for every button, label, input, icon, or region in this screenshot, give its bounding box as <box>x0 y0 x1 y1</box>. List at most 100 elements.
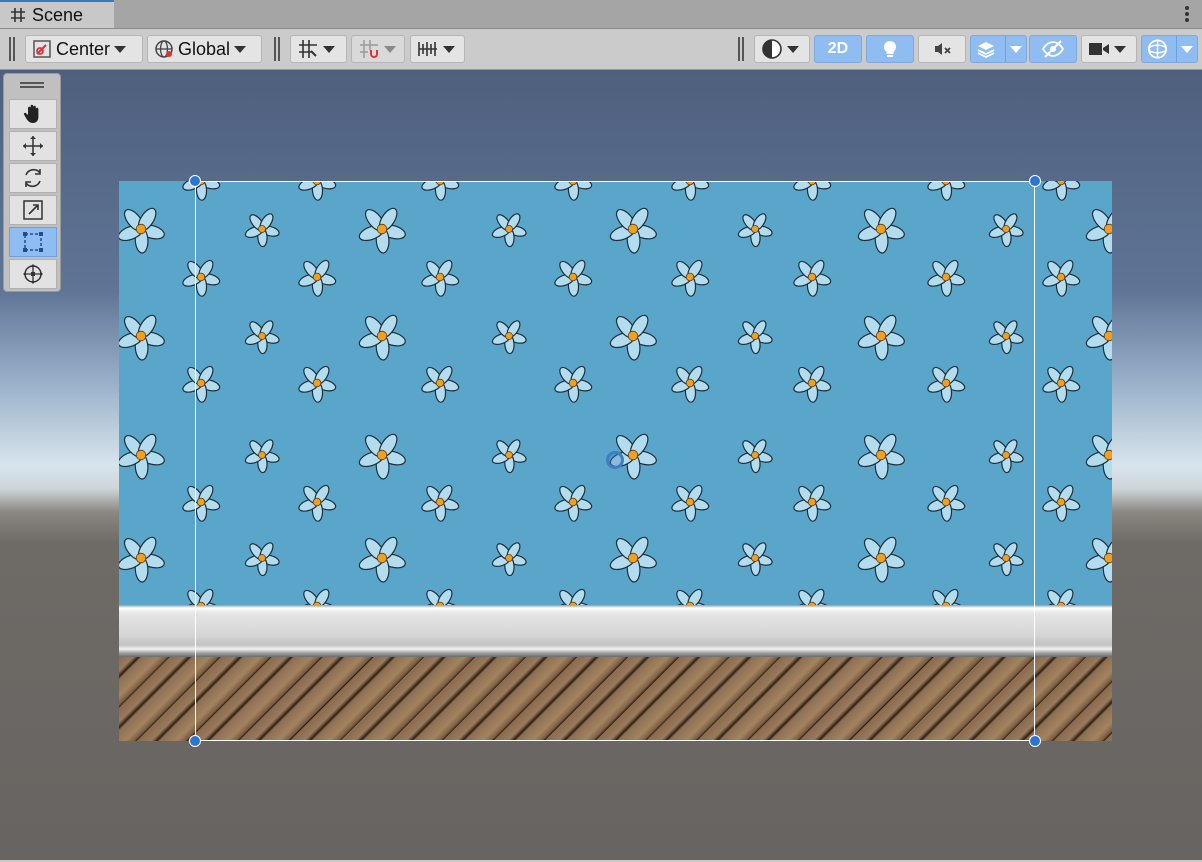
flower-decoration <box>244 542 280 577</box>
flower-decoration <box>119 433 165 480</box>
scale-tool-button[interactable] <box>9 195 57 225</box>
gizmo-sphere-icon <box>1148 39 1168 59</box>
flower-decoration <box>421 259 460 297</box>
tool-palette <box>3 73 61 292</box>
transform-tool-button[interactable] <box>9 259 57 289</box>
chevron-down-icon <box>1010 45 1022 53</box>
grid-snap-icon <box>299 40 317 58</box>
flower-decoration <box>671 484 710 522</box>
flower-decoration <box>927 181 966 201</box>
flower-decoration <box>1085 207 1112 254</box>
flower-decoration <box>298 259 337 297</box>
magnet-grid-icon <box>360 40 378 58</box>
flower-decoration <box>927 259 966 297</box>
flower-decoration <box>119 207 165 254</box>
rect-handle-bottom-left[interactable] <box>189 735 201 747</box>
flower-decoration <box>298 484 337 522</box>
toggle-2d-button[interactable]: 2D <box>814 35 862 63</box>
pivot-rotation-label: Global <box>178 38 231 59</box>
gizmos-dropdown[interactable] <box>1141 35 1198 63</box>
increment-snap-dropdown[interactable] <box>351 35 405 63</box>
more-options-icon[interactable] <box>1184 4 1190 24</box>
flower-decoration <box>1085 314 1112 361</box>
rotate-icon <box>25 168 41 188</box>
flower-decoration <box>793 181 832 201</box>
grid-hash-icon <box>11 8 25 22</box>
flower-decoration <box>1042 588 1081 626</box>
pivot-mode-dropdown[interactable]: Center <box>25 35 143 63</box>
rect-tool-button[interactable] <box>9 227 57 257</box>
flower-decoration <box>737 439 773 474</box>
rect-handle-top-left[interactable] <box>189 175 201 187</box>
flower-decoration <box>244 439 280 474</box>
chevron-down-icon <box>443 45 455 53</box>
flower-decoration <box>857 433 905 480</box>
shading-sphere-icon <box>762 39 782 59</box>
flower-decoration <box>671 181 710 201</box>
flower-decoration <box>119 314 165 361</box>
move-arrows-icon <box>23 136 43 156</box>
flower-decoration <box>671 365 710 403</box>
flower-decoration <box>491 320 527 355</box>
tab-scene[interactable]: Scene <box>0 0 114 28</box>
baseboard-trim <box>119 605 1112 657</box>
flower-decoration <box>491 213 527 248</box>
flower-decoration <box>988 542 1024 577</box>
pivot-point-handle[interactable] <box>606 451 624 469</box>
lighting-toggle-button[interactable] <box>866 35 914 63</box>
draw-mode-dropdown[interactable] <box>754 35 810 63</box>
flower-decoration <box>609 207 657 254</box>
rect-handle-top-right[interactable] <box>1029 175 1041 187</box>
flower-decoration <box>857 536 905 583</box>
eye-hidden-icon <box>1041 40 1065 58</box>
flower-decoration <box>857 207 905 254</box>
flower-decoration <box>1042 259 1081 297</box>
flower-decoration <box>244 213 280 248</box>
rect-handle-bottom-right[interactable] <box>1029 735 1041 747</box>
ruler-snap-icon <box>418 42 437 56</box>
hand-tool-button[interactable] <box>9 99 57 129</box>
flower-pattern <box>119 181 1112 626</box>
flower-decoration <box>1042 181 1081 201</box>
flower-decoration <box>793 484 832 522</box>
toolbar-grip-handle[interactable] <box>738 37 744 61</box>
flower-decoration <box>421 484 460 522</box>
toolbar-grip-handle[interactable] <box>9 37 15 61</box>
toolbar-grip-handle[interactable] <box>274 37 280 61</box>
flower-decoration <box>737 320 773 355</box>
flower-decoration <box>1085 536 1112 583</box>
camera-settings-dropdown[interactable] <box>1081 35 1137 63</box>
pivot-rotation-dropdown[interactable]: Global <box>147 35 262 63</box>
rotate-tool-button[interactable] <box>9 163 57 193</box>
flower-decoration <box>554 259 593 297</box>
flower-decoration <box>182 181 221 201</box>
flower-decoration <box>671 588 710 626</box>
grid-visibility-dropdown[interactable] <box>290 35 347 63</box>
flower-decoration <box>298 588 337 626</box>
flower-decoration <box>491 439 527 474</box>
effects-dropdown[interactable] <box>970 35 1027 63</box>
globe-icon <box>155 40 173 58</box>
flower-decoration <box>737 213 773 248</box>
flower-decoration <box>988 320 1024 355</box>
flower-decoration <box>609 314 657 361</box>
pivot-mode-label: Center <box>56 38 111 59</box>
flower-decoration <box>927 484 966 522</box>
flower-decoration <box>491 542 527 577</box>
flower-decoration <box>793 588 832 626</box>
flower-decoration <box>298 181 337 201</box>
hidden-objects-toggle-button[interactable] <box>1029 35 1077 63</box>
scene-toolbar: Center Global 2D <box>0 29 1202 70</box>
chevron-down-icon <box>114 45 127 53</box>
audio-mute-icon <box>935 43 951 55</box>
flower-decoration <box>421 365 460 403</box>
move-tool-button[interactable] <box>9 131 57 161</box>
flower-decoration <box>671 259 710 297</box>
tab-strip: Scene <box>0 0 1202 29</box>
palette-drag-handle[interactable] <box>20 82 44 88</box>
flower-decoration <box>1085 433 1112 480</box>
toggle-2d-label: 2D <box>827 40 849 57</box>
snap-settings-dropdown[interactable] <box>410 35 465 63</box>
audio-toggle-button[interactable] <box>918 35 966 63</box>
split-divider <box>1005 36 1006 62</box>
